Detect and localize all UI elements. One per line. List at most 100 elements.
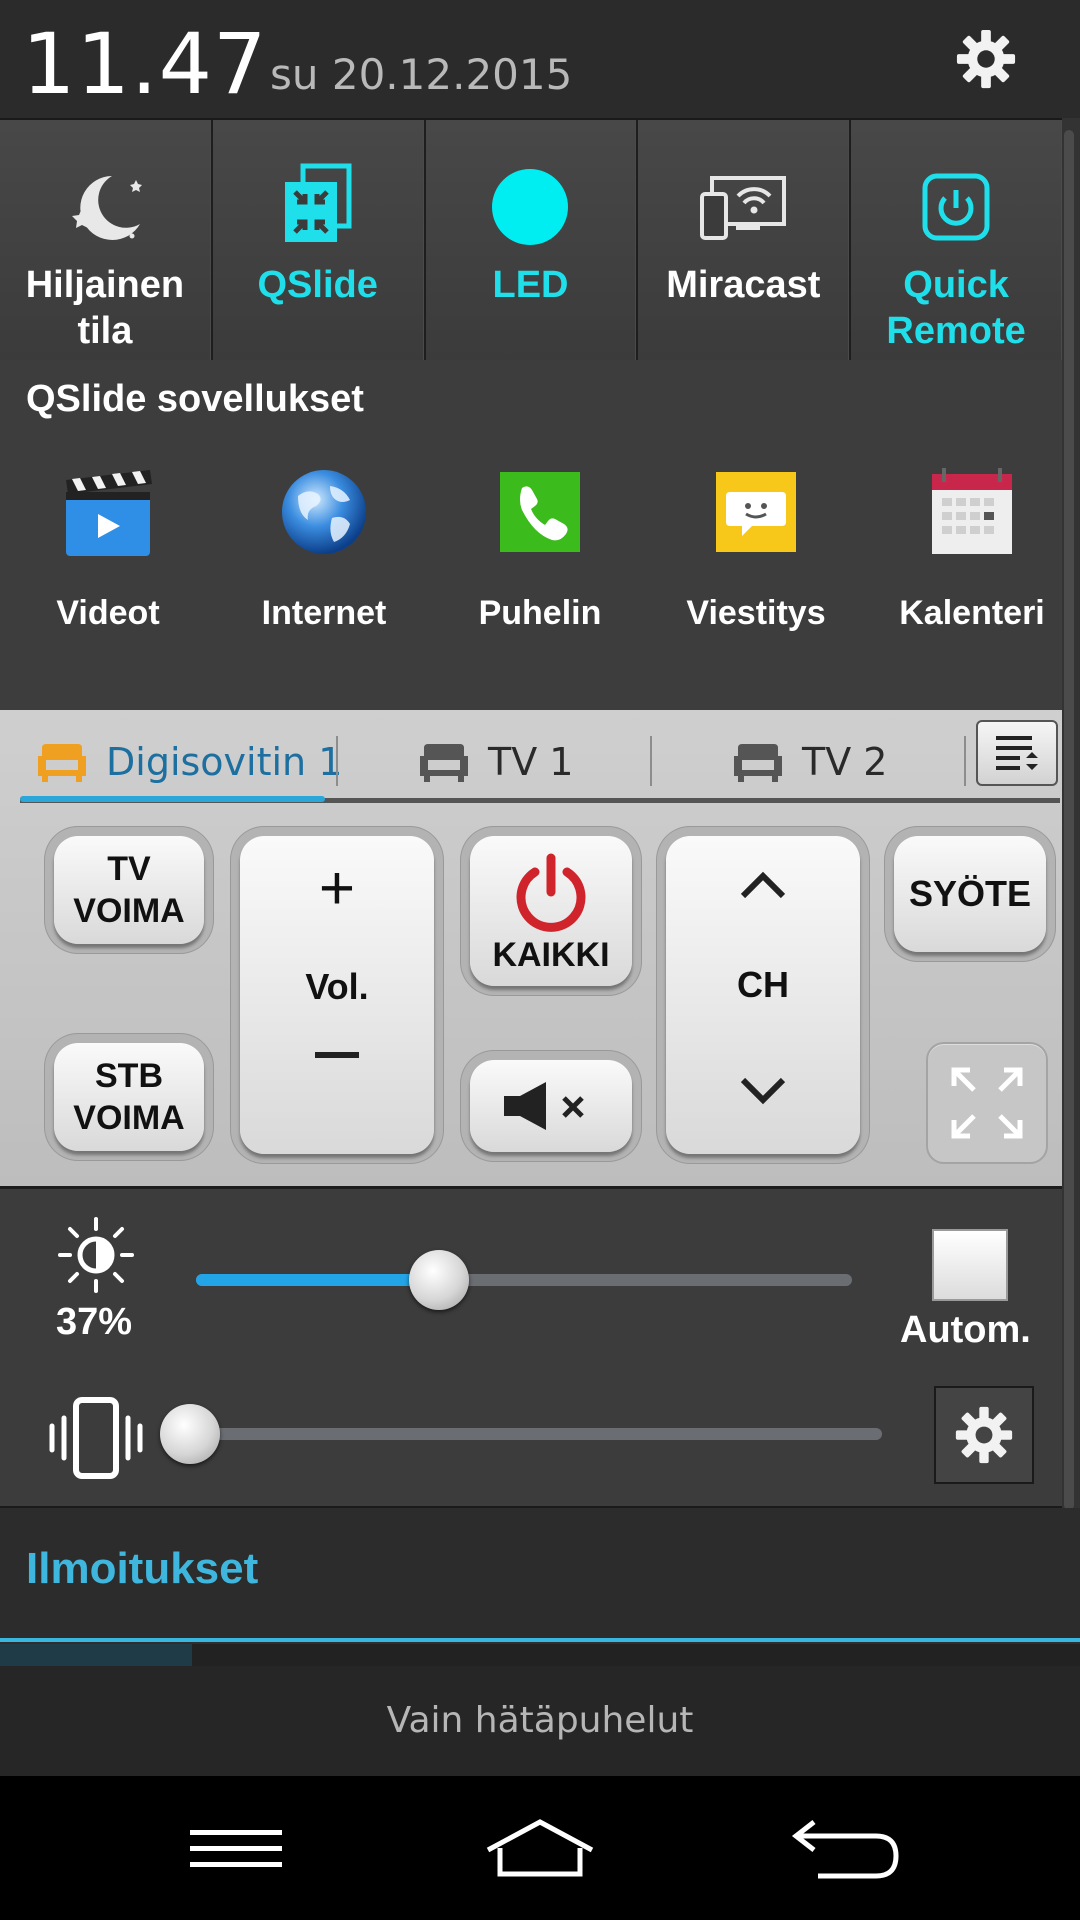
- menu-icon[interactable]: [176, 1814, 296, 1884]
- list-menu-icon: [996, 736, 1038, 770]
- app-label: Videot: [56, 594, 160, 632]
- button-label: VOIMA: [73, 892, 185, 930]
- toggle-label: LED: [492, 264, 569, 306]
- app-label: Kalenteri: [899, 594, 1045, 632]
- button-label: KAIKKI: [492, 936, 610, 974]
- emergency-calls-only: Vain hätäpuhelut: [0, 1666, 1080, 1776]
- tab-divider: [336, 736, 338, 786]
- channel-rocker[interactable]: CH: [666, 836, 860, 1154]
- clock-time: 11.47: [22, 15, 268, 113]
- brightness-percent: 37%: [56, 1301, 133, 1343]
- notification-handle-track: [192, 1644, 1080, 1666]
- expand-remote-button[interactable]: [926, 1042, 1048, 1164]
- app-label: Puhelin: [478, 594, 602, 632]
- qslide-apps-panel: QSlide sovellukset Videot Internet Puhel…: [0, 360, 1062, 710]
- notification-handle-active: [0, 1644, 192, 1666]
- volume-slider-knob[interactable]: [160, 1404, 220, 1464]
- toggle-qslide[interactable]: QSlide: [210, 120, 424, 360]
- navigation-bar: [0, 1776, 1080, 1920]
- auto-brightness-checkbox[interactable]: [932, 1229, 1008, 1301]
- app-viestitys[interactable]: Viestitys: [648, 462, 864, 662]
- toggle-label: QSlide: [257, 264, 378, 306]
- volume-down-icon: [315, 1052, 359, 1058]
- moon-icon: [71, 176, 142, 240]
- power-icon: [516, 853, 586, 932]
- button-label: TV: [107, 850, 151, 888]
- app-internet[interactable]: Internet: [216, 462, 432, 662]
- volume-label: Vol.: [305, 966, 369, 1007]
- quick-remote-icon: [922, 173, 990, 241]
- stb-power-button[interactable]: STB VOIMA: [54, 1043, 204, 1151]
- toggle-miracast[interactable]: Miracast: [636, 120, 850, 360]
- notifications-divider: [0, 1638, 1080, 1642]
- brightness-icon: [58, 1217, 134, 1293]
- channel-label: CH: [737, 964, 789, 1005]
- sofa-icon: [734, 744, 782, 782]
- brightness-slider-fill: [196, 1274, 439, 1286]
- toggle-led[interactable]: LED: [423, 120, 637, 360]
- app-label: Viestitys: [686, 594, 826, 632]
- chevron-up-icon: [740, 871, 786, 899]
- tab-active-indicator: [20, 796, 325, 802]
- toggle-label: Hiljainen: [25, 264, 185, 306]
- tab-digisovitin-1[interactable]: Digisovitin 1: [36, 732, 342, 792]
- tab-label: TV 1: [488, 740, 574, 784]
- sofa-icon: [38, 744, 86, 782]
- button-label: VOIMA: [73, 1099, 185, 1137]
- button-label: STB: [95, 1057, 163, 1095]
- remote-menu-button[interactable]: [976, 720, 1058, 786]
- app-kalenteri[interactable]: Kalenteri: [864, 462, 1080, 662]
- phone-icon: [500, 472, 580, 552]
- app-puhelin[interactable]: Puhelin: [432, 462, 648, 662]
- sound-settings-button[interactable]: [934, 1386, 1034, 1484]
- home-icon[interactable]: [480, 1814, 600, 1884]
- volume-rocker[interactable]: + Vol.: [240, 836, 434, 1154]
- power-all-button[interactable]: KAIKKI: [470, 836, 632, 986]
- app-label: Internet: [261, 594, 387, 632]
- notifications-header: Ilmoitukset: [0, 1508, 1080, 1638]
- input-button[interactable]: SYÖTE: [894, 836, 1046, 952]
- brightness-slider-knob[interactable]: [408, 1250, 469, 1310]
- scrollbar-thumb[interactable]: [1064, 130, 1074, 1510]
- mute-icon: [504, 1082, 584, 1130]
- app-videot[interactable]: Videot: [0, 462, 216, 662]
- status-header: 11.47 su 20.12.2015: [0, 0, 1080, 118]
- toggle-label: Miracast: [666, 264, 821, 306]
- notifications-title: Ilmoitukset: [26, 1544, 259, 1593]
- tab-label: Digisovitin 1: [106, 740, 343, 784]
- qslide-app-list: Videot Internet Puhelin Viestitys Kalent…: [0, 462, 1080, 662]
- tab-divider: [964, 736, 966, 786]
- chevron-down-icon: [740, 1077, 786, 1105]
- toggle-quick-remote[interactable]: Quick Remote: [849, 120, 1062, 360]
- quick-remote-panel: Digisovitin 1 TV 1 TV 2 TV VOIMA STB VOI…: [0, 710, 1080, 1186]
- tv-power-button[interactable]: TV VOIMA: [54, 836, 204, 944]
- toggle-label: Quick: [903, 264, 1009, 306]
- volume-up-label: +: [318, 854, 356, 923]
- vibrate-icon: [49, 1397, 143, 1479]
- tab-tv-2[interactable]: TV 2: [732, 732, 887, 792]
- toggle-silent-mode[interactable]: Hiljainen tila: [0, 120, 211, 360]
- auto-brightness-label: Autom.: [900, 1309, 1031, 1351]
- tab-divider: [650, 736, 652, 786]
- quick-toggles-bar: Hiljainen tila QSlide LED Miracast Quick…: [0, 118, 1062, 362]
- tab-tv-1[interactable]: TV 1: [418, 732, 573, 792]
- globe-icon: [282, 470, 366, 554]
- toggle-label: tila: [77, 310, 133, 352]
- message-icon: [716, 472, 796, 552]
- remote-device-tabs: Digisovitin 1 TV 1 TV 2: [0, 710, 1080, 803]
- qslide-title: QSlide sovellukset: [26, 378, 364, 420]
- mute-button[interactable]: [470, 1060, 632, 1152]
- volume-panel: [0, 1370, 1062, 1509]
- led-icon: [492, 169, 569, 245]
- brightness-panel: 37% Autom.: [0, 1186, 1062, 1373]
- sofa-icon: [420, 744, 468, 782]
- button-label: SYÖTE: [908, 873, 1032, 914]
- gear-icon[interactable]: [955, 28, 1017, 90]
- toggle-label: Remote: [886, 310, 1026, 352]
- video-clapper-icon: [66, 470, 152, 556]
- miracast-icon: [700, 176, 787, 240]
- qslide-icon: [284, 163, 352, 242]
- volume-slider-track[interactable]: [190, 1428, 882, 1440]
- expand-icon: [951, 1067, 1023, 1139]
- back-icon[interactable]: [784, 1814, 904, 1884]
